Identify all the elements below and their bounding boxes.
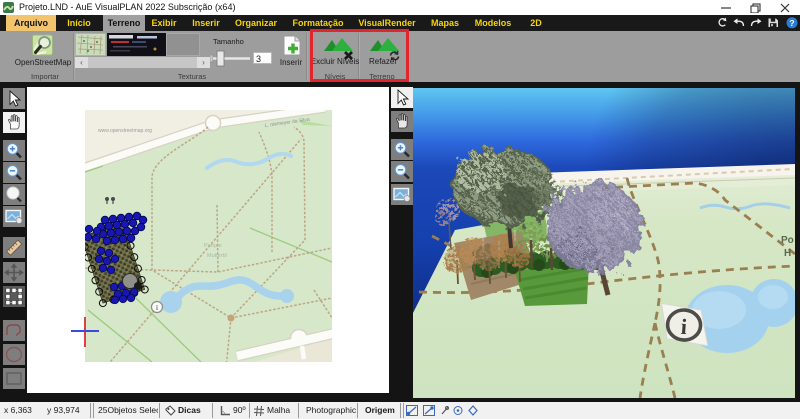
svg-text:www.openstreetmap.org: www.openstreetmap.org (98, 128, 152, 134)
svg-text:Mutterbl: Mutterbl (207, 253, 227, 259)
svg-text:i: i (156, 304, 158, 312)
svg-text:Po: Po (781, 235, 794, 246)
svg-text:H: H (784, 248, 791, 259)
svg-text:?: ? (789, 18, 794, 28)
svg-text:Parque: Parque (204, 243, 222, 249)
